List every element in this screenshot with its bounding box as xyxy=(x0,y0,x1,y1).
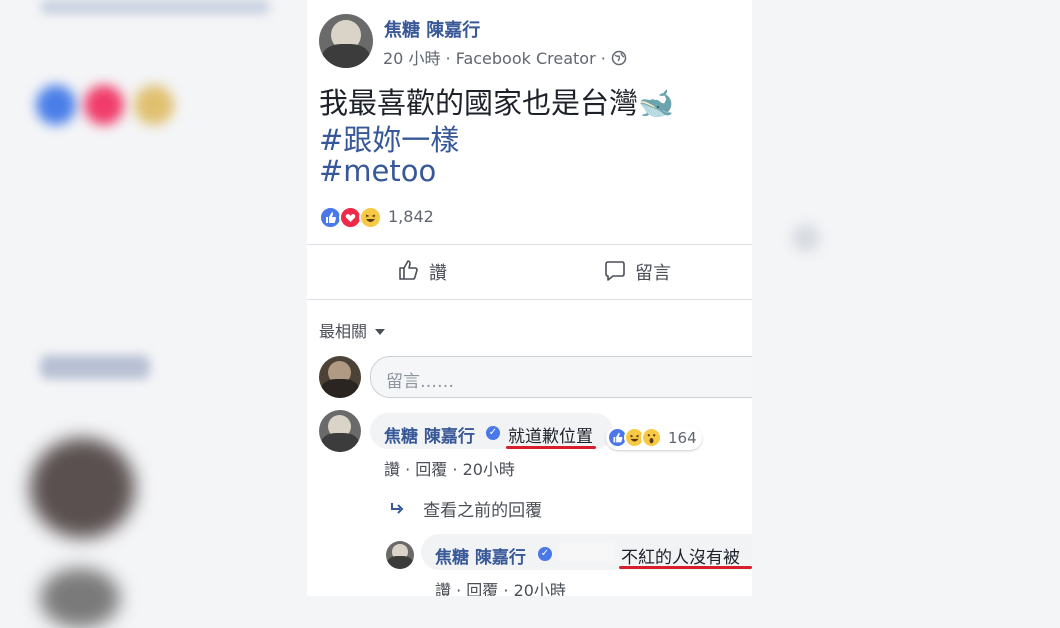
separator: · xyxy=(456,581,467,596)
sort-dropdown[interactable]: 最相關 xyxy=(319,318,386,342)
reply-actions: 讚 · 回覆 · 20小時 xyxy=(435,577,566,596)
reply-time: 20小時 xyxy=(513,581,566,596)
reply-like-link[interactable]: 讚 xyxy=(435,581,451,596)
comment-reply-link[interactable]: 回覆 xyxy=(415,460,447,479)
reaction-count: 1,842 xyxy=(388,207,434,226)
comment-button-label: 留言 xyxy=(635,263,671,284)
separator: · xyxy=(452,460,463,479)
hashtag-link-1[interactable]: #跟妳一樣 xyxy=(319,117,459,159)
comment-text: 就道歉位置 xyxy=(508,427,593,447)
post-text: 我最喜歡的國家也是台灣🐋 xyxy=(319,86,675,120)
post-meta: 20 小時 · Facebook Creator · xyxy=(383,45,627,70)
highlight-underline xyxy=(506,446,596,449)
post-author-name[interactable]: 焦糖 陳嘉行 xyxy=(384,16,480,42)
separator: · xyxy=(503,581,514,596)
wow-reaction-icon xyxy=(641,427,662,448)
post-panel: 焦糖 陳嘉行 20 小時 · Facebook Creator · 我最喜歡的國… xyxy=(307,0,752,596)
comment-author-name[interactable]: 焦糖 陳嘉行 xyxy=(384,422,475,447)
comment-input-placeholder: 留言…… xyxy=(386,372,454,392)
like-button-label: 讚 xyxy=(429,263,447,284)
speech-bubble-icon xyxy=(603,259,627,287)
commenter-avatar[interactable] xyxy=(319,410,361,452)
thumbs-up-icon xyxy=(397,258,421,286)
comment-actions: 讚 · 回覆 · 20小時 xyxy=(384,456,515,480)
verified-badge-icon: ✓ xyxy=(538,547,552,561)
post-time-source: 20 小時 · Facebook Creator · xyxy=(383,49,611,68)
reply-reply-link[interactable]: 回覆 xyxy=(466,581,498,596)
highlight-underline xyxy=(619,566,752,569)
comment-reaction-summary[interactable]: 164 xyxy=(606,426,702,450)
like-button[interactable]: 讚 xyxy=(397,256,457,286)
comment-reaction-count: 164 xyxy=(668,429,697,447)
reply-author-avatar[interactable] xyxy=(386,541,414,569)
globe-icon xyxy=(611,50,627,70)
blurred-mention xyxy=(559,542,615,562)
caret-down-icon xyxy=(375,320,386,339)
comment-input[interactable]: 留言…… xyxy=(370,356,752,398)
comment-button[interactable]: 留言 xyxy=(603,256,683,286)
verified-badge-icon: ✓ xyxy=(486,426,500,440)
divider xyxy=(307,244,752,245)
divider xyxy=(307,299,752,300)
comment-like-link[interactable]: 讚 xyxy=(384,460,400,479)
sort-label: 最相關 xyxy=(319,322,368,341)
viewer-avatar xyxy=(319,356,361,398)
reply-arrow-icon xyxy=(390,500,404,519)
author-avatar[interactable] xyxy=(319,14,373,68)
reply-text: 不紅的人沒有被 xyxy=(621,548,740,568)
comment-time: 20小時 xyxy=(462,460,515,479)
haha-reaction-icon xyxy=(359,206,382,229)
reply-author-name[interactable]: 焦糖 陳嘉行 xyxy=(435,543,526,568)
separator: · xyxy=(405,460,416,479)
view-previous-replies[interactable]: 查看之前的回覆 xyxy=(390,496,542,521)
view-previous-replies-label: 查看之前的回覆 xyxy=(423,501,543,521)
hashtag-link-2[interactable]: #metoo xyxy=(319,154,436,188)
